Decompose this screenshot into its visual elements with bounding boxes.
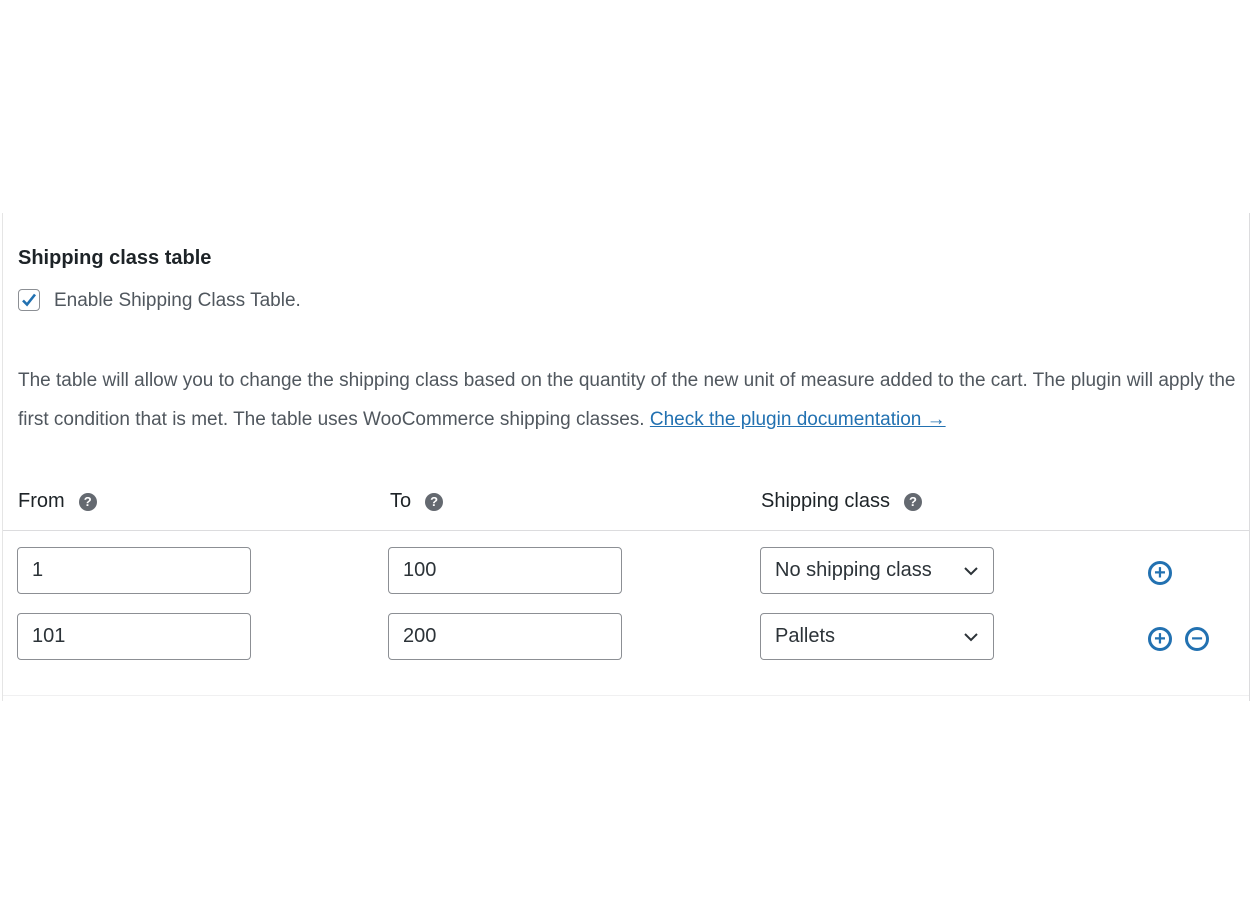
header-divider bbox=[3, 530, 1249, 531]
description: The table will allow you to change the s… bbox=[18, 361, 1238, 439]
selected-value: Pallets bbox=[775, 625, 836, 647]
chevron-down-icon bbox=[964, 566, 978, 575]
remove-row-button[interactable]: − bbox=[1185, 627, 1209, 651]
from-input[interactable] bbox=[17, 547, 251, 594]
header-shipping-class: Shipping class? bbox=[761, 490, 922, 513]
documentation-link[interactable]: Check the plugin documentation → bbox=[650, 409, 946, 430]
add-row-button[interactable]: + bbox=[1148, 561, 1172, 585]
enable-checkbox[interactable] bbox=[18, 289, 40, 311]
description-text: The table will allow you to change the s… bbox=[18, 370, 1236, 430]
header-to: To? bbox=[390, 490, 444, 513]
bottom-divider bbox=[3, 695, 1249, 696]
help-icon[interactable]: ? bbox=[903, 492, 922, 511]
header-shipping-class-label: Shipping class bbox=[761, 490, 890, 512]
help-icon[interactable]: ? bbox=[425, 492, 444, 511]
header-to-label: To bbox=[390, 490, 412, 512]
add-row-button[interactable]: + bbox=[1148, 627, 1172, 651]
header-from-label: From bbox=[18, 490, 65, 512]
checkmark-icon bbox=[22, 293, 37, 307]
section-title: Shipping class table bbox=[18, 247, 212, 269]
help-icon[interactable]: ? bbox=[78, 492, 97, 511]
header-from: From? bbox=[18, 490, 97, 513]
selected-value: No shipping class bbox=[775, 559, 932, 581]
shipping-class-select[interactable]: No shipping class bbox=[760, 547, 994, 594]
from-input[interactable] bbox=[17, 613, 251, 660]
chevron-down-icon bbox=[964, 632, 978, 641]
shipping-class-select[interactable]: Pallets bbox=[760, 613, 994, 660]
to-input[interactable] bbox=[388, 547, 622, 594]
shipping-class-table-panel: Shipping class table Enable Shipping Cla… bbox=[2, 213, 1250, 701]
enable-checkbox-label[interactable]: Enable Shipping Class Table. bbox=[54, 290, 301, 312]
to-input[interactable] bbox=[388, 613, 622, 660]
